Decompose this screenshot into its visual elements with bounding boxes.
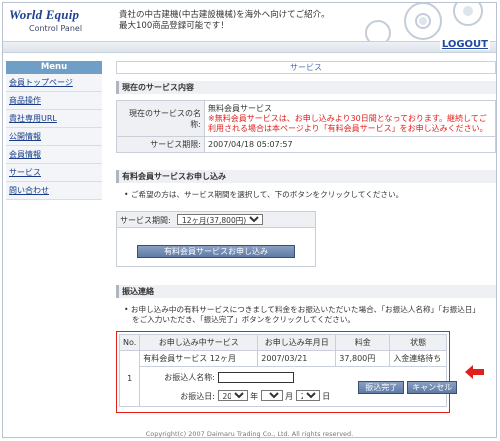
apply-button[interactable]: 有料会員サービスお申し込み xyxy=(137,245,295,258)
year-unit: 年 xyxy=(250,392,259,401)
apply-box: サービス期間: 12ヶ月(37,800円) 有料会員サービスお申し込み xyxy=(116,211,316,267)
logo-main: World Equip xyxy=(9,7,80,22)
col-status: 状態 xyxy=(389,334,447,351)
apply-period-label: サービス期間: xyxy=(120,216,171,225)
pointer-arrow-icon xyxy=(465,365,485,381)
sidebar-item-member-info[interactable]: 会員情報 xyxy=(6,146,102,164)
service-period-select[interactable]: 12ヶ月(37,800円) xyxy=(177,214,263,225)
transfer-note: • お申し込み中の有料サービスにつきまして料金をお振込いただいた場合、「お振込人… xyxy=(124,305,496,325)
sidebar-item-url[interactable]: 貴社専用URL xyxy=(6,110,102,128)
sidebar-item-member-top[interactable]: 会員トップページ xyxy=(6,74,102,92)
logout-bar xyxy=(3,41,496,53)
service-name-value: 無料会員サービス xyxy=(208,103,272,113)
apply-period-row: サービス期間: 12ヶ月(37,800円) xyxy=(117,212,315,228)
row-date: 2007/03/21 xyxy=(257,350,337,367)
logo-sub: Control Panel xyxy=(29,24,83,33)
col-no: No. xyxy=(118,334,141,351)
logo: World Equip Control Panel xyxy=(9,7,82,33)
current-service-heading: 現在のサービス内容 xyxy=(116,81,496,94)
transfer-date-label: お振込日: xyxy=(180,392,215,401)
col-date: お申し込み年月日 xyxy=(257,334,337,351)
main-content: サービス 現在のサービス内容 現在のサービスの名称: 無料会員サービス ※無料会… xyxy=(116,61,498,413)
sidebar-item-service[interactable]: サービス xyxy=(6,164,102,182)
current-service-table: 現在のサービスの名称: 無料会員サービス ※無料会員サービスは、お申し込みより3… xyxy=(116,100,496,153)
row-fee: 37,800円 xyxy=(335,350,391,367)
col-service: お申し込み中サービス xyxy=(139,334,259,351)
day-unit: 日 xyxy=(322,392,331,401)
transfer-highlight: No. お申し込み中サービス お申し込み年月日 料金 状態 1 有料会員サービス… xyxy=(116,331,458,413)
footer-copyright: Copyright(c) 2007 Daimaru Trading Co., L… xyxy=(145,430,354,438)
payer-label: お振込人名称: xyxy=(164,373,215,382)
apply-heading: 有料会員サービスお申し込み xyxy=(116,170,496,183)
service-period-label: サービス期限: xyxy=(116,136,205,153)
service-name-label: 現在のサービスの名称: xyxy=(116,100,205,137)
bullet-icon: • xyxy=(124,190,131,199)
transfer-note-line-2: をご入力いただき、「振込完了」ボタンをクリックしてください。 xyxy=(132,315,356,324)
payer-name-input[interactable] xyxy=(217,372,294,383)
service-name-cell: 無料会員サービス ※無料会員サービスは、お申し込みより30日間となっております。… xyxy=(204,100,496,137)
row-status: 入金連絡待ち xyxy=(389,350,447,367)
header: World Equip Control Panel 貴社の中古建機(中古建設機械… xyxy=(3,3,496,41)
month-select[interactable]: 3 xyxy=(260,390,283,401)
sidebar-item-public-info[interactable]: 公開情報 xyxy=(6,128,102,146)
payer-row: お振込人名称: xyxy=(164,372,294,383)
menu-title: Menu xyxy=(6,61,102,74)
transfer-complete-button[interactable]: 振込完了 xyxy=(358,381,405,394)
transfer-form-cell: お振込人名称: お振込日: 2007 年 3 月 21 日 振込完了 キャンセル xyxy=(139,366,458,407)
cancel-button[interactable]: キャンセル xyxy=(407,381,458,394)
sidebar-item-products[interactable]: 商品操作 xyxy=(6,92,102,110)
col-fee: 料金 xyxy=(335,334,391,351)
apply-note: • ご希望の方は、サービス期間を選択して、下のボタンをクリックしてください。 xyxy=(124,190,403,200)
transfer-heading: 振込連絡 xyxy=(116,285,496,298)
service-period-value: 2007/04/18 05:07:57 xyxy=(204,136,496,153)
transfer-note-line-1: お申し込み中の有料サービスにつきまして料金をお振込いただいた場合、「お振込人名称… xyxy=(130,305,480,314)
day-select[interactable]: 21 xyxy=(295,390,320,401)
service-warning: ※無料会員サービスは、お申し込みより30日間となっております。継続してご利用され… xyxy=(208,113,488,133)
date-row: お振込日: 2007 年 3 月 21 日 xyxy=(180,390,330,402)
month-unit: 月 xyxy=(285,392,294,401)
transfer-table: No. お申し込み中サービス お申し込み年月日 料金 状態 1 有料会員サービス… xyxy=(118,334,458,407)
apply-note-text: ご希望の方は、サービス期間を選択して、下のボタンをクリックしてください。 xyxy=(130,190,404,199)
bullet-icon: • xyxy=(124,305,131,314)
logout-link[interactable]: LOGOUT xyxy=(439,39,490,50)
page-title: サービス xyxy=(116,61,496,74)
row-service: 有料会員サービス 12ヶ月 xyxy=(139,350,259,367)
year-select[interactable]: 2007 xyxy=(217,390,248,401)
row-no: 1 xyxy=(118,350,141,407)
sidebar: Menu 会員トップページ 商品操作 貴社専用URL 公開情報 会員情報 サービ… xyxy=(6,61,102,200)
app-frame: World Equip Control Panel 貴社の中古建機(中古建設機械… xyxy=(2,2,497,438)
sidebar-item-contact[interactable]: 問い合わせ xyxy=(6,182,102,200)
gears-graphic xyxy=(293,3,496,41)
